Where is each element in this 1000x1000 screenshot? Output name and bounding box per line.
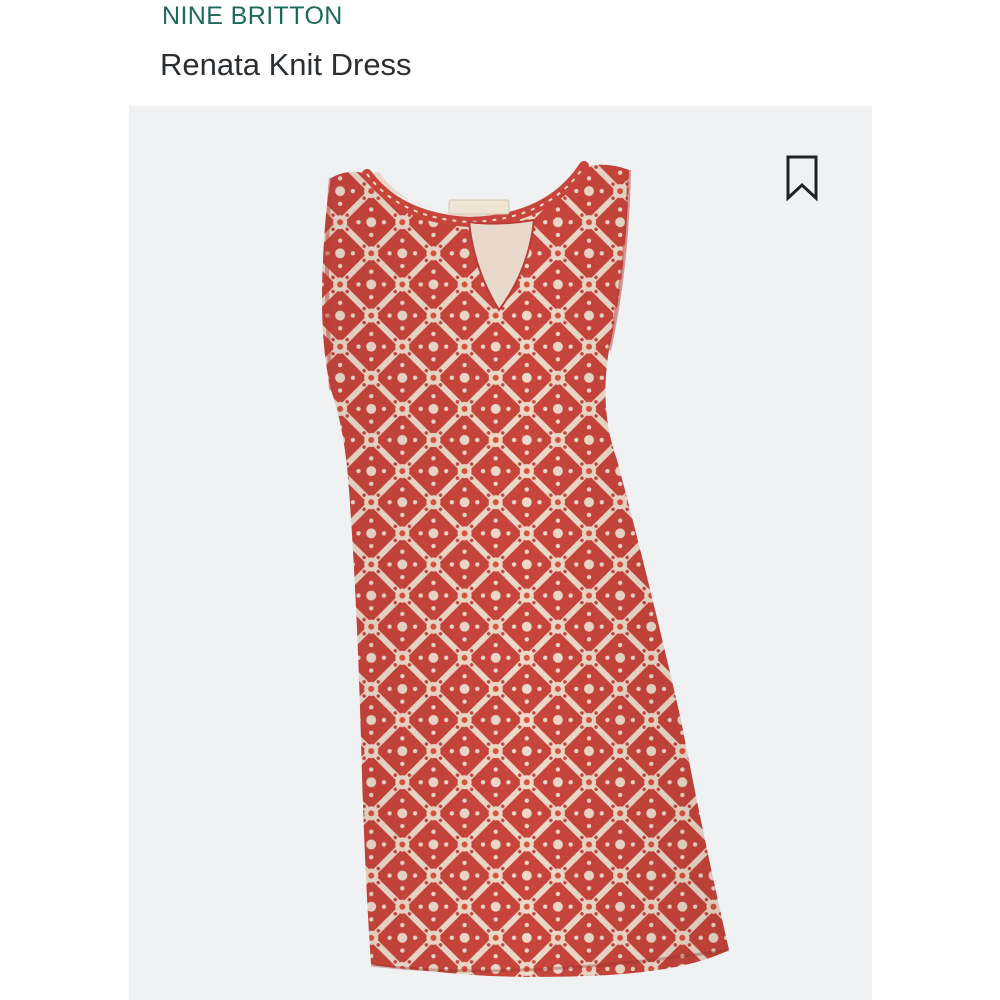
brand-name[interactable]: NINE BRITTON xyxy=(162,2,343,31)
product-card: NINE BRITTON Renata Knit Dress xyxy=(129,0,872,1000)
product-image-area xyxy=(129,106,872,1000)
product-page: NINE BRITTON Renata Knit Dress xyxy=(0,0,1000,1000)
right-margin xyxy=(872,0,1000,1000)
bookmark-icon[interactable] xyxy=(784,154,820,202)
product-header: NINE BRITTON Renata Knit Dress xyxy=(129,0,872,106)
left-margin xyxy=(0,0,129,1000)
dress-image xyxy=(322,161,730,977)
product-title: Renata Knit Dress xyxy=(160,47,412,82)
